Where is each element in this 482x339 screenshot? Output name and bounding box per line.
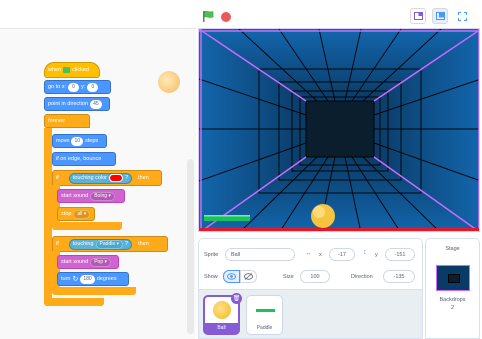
sprite-tile-ball[interactable]: 🗑 Ball (203, 293, 242, 335)
dropdown-value: Paddle (99, 241, 116, 247)
y-arrows-icon: ↕ (363, 249, 367, 256)
forever-bottom (44, 298, 104, 306)
stage-backdrop (199, 29, 479, 231)
stop-dropdown[interactable]: all ▾ (73, 209, 91, 219)
sprite-label: Sprite (204, 252, 219, 258)
sprite-info-panel: Sprite Ball ↔ x -17 ↕ y -151 Show Size 1… (198, 238, 423, 290)
delete-sprite-icon[interactable]: 🗑 (231, 293, 242, 304)
start-sound-block[interactable]: start sound Pop ▾ (57, 255, 119, 269)
stage-panel-title: Stage (445, 246, 460, 252)
block-label: if on edge, bounce (56, 156, 102, 162)
fullscreen-icon[interactable] (454, 8, 470, 24)
direction-field[interactable]: -135 (383, 270, 415, 283)
point-in-direction-block[interactable]: point in direction 45 (44, 97, 110, 111)
paddle-thumbnail (256, 309, 275, 312)
y-input[interactable]: 0 (87, 82, 99, 92)
degrees-input[interactable]: 180 (80, 274, 95, 284)
steps-input[interactable]: 10 (71, 136, 84, 146)
if-touching-color-block[interactable]: if touching color ? then (52, 170, 162, 186)
stop-block[interactable]: stop all ▾ (57, 207, 95, 221)
block-label: when (48, 67, 62, 73)
block-label: stop (61, 211, 72, 217)
when-flag-clicked-block[interactable]: when clicked (44, 62, 100, 78)
sprite-name-field[interactable]: Ball (225, 248, 295, 261)
block-label: touching color (72, 175, 107, 181)
small-stage-button[interactable] (410, 8, 426, 24)
show-visible-toggle[interactable] (223, 270, 240, 283)
touching-dropdown[interactable]: Paddle ▾ (95, 239, 124, 249)
if2-bottom (52, 287, 136, 295)
large-stage-button[interactable] (432, 8, 448, 24)
backdrop-thumbnail (436, 265, 470, 291)
size-field[interactable]: 100 (300, 270, 330, 283)
sound-dropdown[interactable]: Pop ▾ (90, 257, 112, 267)
block-label: then (138, 241, 149, 247)
block-label: start sound (61, 193, 89, 199)
block-label: degrees (96, 276, 117, 282)
forever-arm (44, 128, 52, 304)
block-label: y: (81, 84, 86, 90)
direction-input[interactable]: 45 (90, 99, 102, 109)
block-label: if (56, 175, 59, 181)
block-label: start sound (61, 259, 89, 265)
green-flag-icon (63, 67, 71, 73)
ball-sprite[interactable] (311, 204, 335, 228)
dropdown-value: Boing (94, 193, 108, 199)
block-label: move (56, 138, 70, 144)
paddle-sprite[interactable] (204, 215, 250, 221)
block-label: then (138, 175, 149, 181)
block-label: if (56, 241, 59, 247)
block-label: go to x: (48, 84, 67, 90)
stop-icon[interactable] (221, 12, 231, 22)
x-label: x (319, 252, 322, 258)
block-label: turn (61, 276, 71, 282)
x-input[interactable]: 0 (68, 82, 80, 92)
ball-thumbnail (213, 301, 231, 319)
show-label: Show (204, 274, 218, 280)
green-flag-icon[interactable] (202, 10, 215, 28)
block-label: ? (125, 175, 129, 181)
block-label: steps (85, 138, 99, 144)
turn-block[interactable]: turn ↻ 180 degrees (57, 272, 129, 286)
sprite-thumbnail (158, 71, 180, 93)
touching-color-block[interactable]: touching color ? (68, 172, 133, 184)
dropdown-value: all (77, 211, 83, 217)
block-label: touching (72, 241, 94, 247)
block-label: ? (125, 241, 129, 247)
sprite-tile-paddle[interactable]: Paddle (246, 295, 283, 335)
touching-sprite-block[interactable]: touching Paddle ▾ ? (68, 238, 133, 250)
stage[interactable] (198, 28, 480, 232)
x-arrows-icon: ↔ (305, 250, 312, 257)
block-label: clicked (72, 67, 89, 73)
sound-dropdown[interactable]: Boing ▾ (90, 191, 115, 201)
stage-panel[interactable]: Stage Backdrops 2 (425, 238, 480, 339)
show-hidden-toggle[interactable] (240, 270, 257, 283)
x-field[interactable]: -17 (329, 248, 355, 261)
y-field[interactable]: -151 (385, 248, 415, 261)
dropdown-value: Pop (94, 259, 104, 265)
y-label: y (375, 252, 378, 258)
block-label: point in direction (48, 101, 89, 107)
if1-bottom (52, 222, 122, 230)
direction-label: Direction (351, 274, 373, 280)
color-picker[interactable] (109, 174, 123, 182)
sprite-tile-name: Paddle (256, 325, 273, 331)
top-toolbar (196, 0, 482, 28)
block-label: forever (48, 118, 66, 124)
backdrops-label: Backdrops (439, 297, 466, 303)
backdrops-count: 2 (450, 305, 455, 311)
if-touching-sprite-block[interactable]: if touching Paddle ▾ ? then (52, 236, 168, 252)
start-sound-block[interactable]: start sound Boing ▾ (57, 189, 125, 203)
rotate-icon: ↻ (72, 276, 79, 283)
forever-block[interactable]: forever (44, 114, 90, 128)
sprite-list: 🗑 Ball Paddle (198, 290, 423, 339)
bounce-block[interactable]: if on edge, bounce (52, 152, 116, 166)
go-to-xy-block[interactable]: go to x: 0 y: 0 (44, 80, 111, 94)
eye-icon (227, 273, 236, 280)
code-scrollbar[interactable] (187, 159, 194, 334)
eye-slash-icon (244, 273, 253, 280)
size-label: Size (283, 274, 294, 280)
sprite-tile-name: Ball (205, 323, 238, 333)
move-steps-block[interactable]: move 10 steps (52, 134, 107, 148)
